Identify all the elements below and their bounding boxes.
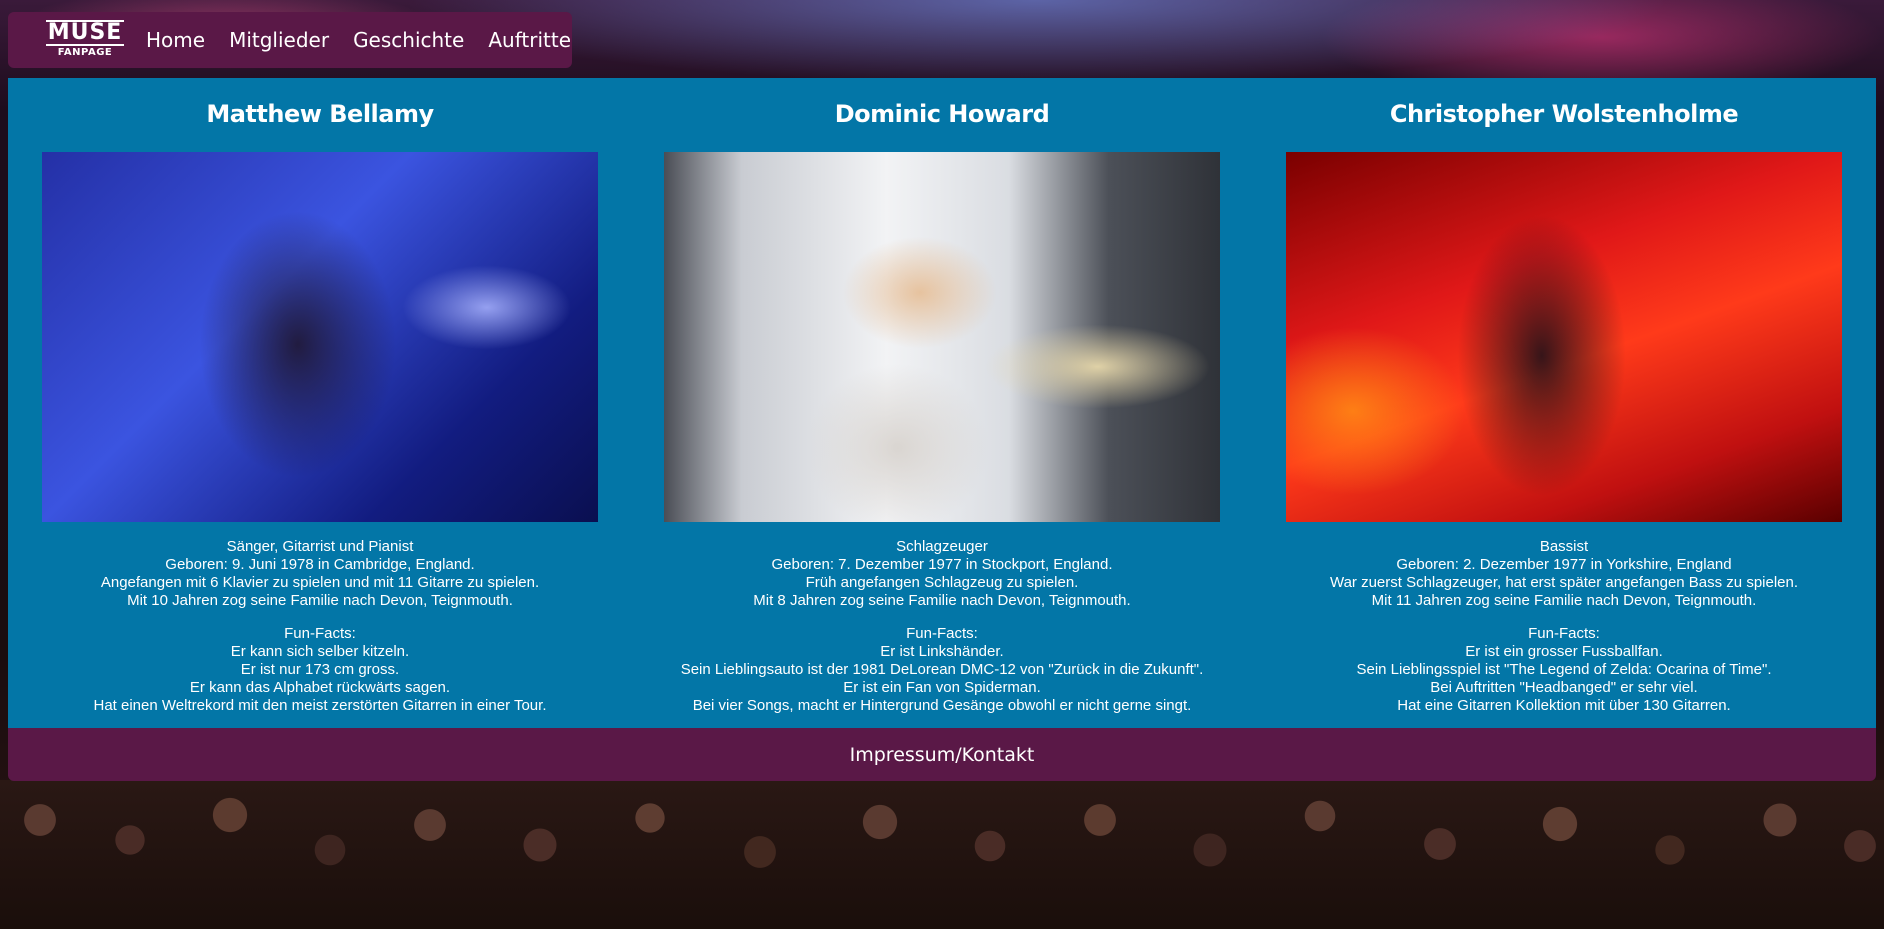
member-bio: Schlagzeuger Geboren: 7. Dezember 1977 i… (681, 538, 1204, 715)
member-name: Matthew Bellamy (206, 100, 434, 128)
nav-link-home[interactable]: Home (146, 28, 205, 52)
funfact: Sein Lieblingsauto ist der 1981 DeLorean… (680, 661, 1204, 678)
member-role: Bassist (1539, 538, 1589, 555)
member-name: Dominic Howard (834, 100, 1050, 128)
member-photo (42, 152, 598, 522)
member-fact: Mit 10 Jahren zog seine Familie nach Dev… (127, 592, 513, 609)
member-fact: Früh angefangen Schlagzeug zu spielen. (805, 574, 1079, 591)
footer: Impressum/Kontakt (8, 728, 1876, 781)
funfact: Hat einen Weltrekord mit den meist zerst… (93, 697, 547, 714)
funfact: Sein Lieblingsspiel ist "The Legend of Z… (1356, 661, 1772, 678)
members-section: Matthew Bellamy Sänger, Gitarrist und Pi… (8, 78, 1876, 728)
member-card-howard: Dominic Howard Schlagzeuger Geboren: 7. … (664, 78, 1220, 728)
member-role: Schlagzeuger (896, 538, 988, 555)
nav-link-geschichte[interactable]: Geschichte (353, 28, 464, 52)
member-fact: Mit 8 Jahren zog seine Familie nach Devo… (753, 592, 1131, 609)
funfact: Er ist nur 173 cm gross. (240, 661, 400, 678)
funfacts-title: Fun-Facts: (906, 625, 978, 642)
nav-link-mitglieder[interactable]: Mitglieder (229, 28, 329, 52)
logo-sub-text: FANPAGE (57, 47, 113, 58)
funfact: Er kann das Alphabet rückwärts sagen. (189, 679, 451, 696)
member-bio: Sänger, Gitarrist und Pianist Geboren: 9… (94, 538, 547, 715)
member-birth: Geboren: 7. Dezember 1977 in Stockport, … (771, 556, 1113, 573)
member-fact: War zuerst Schlagzeuger, hat erst später… (1329, 574, 1799, 591)
member-role: Sänger, Gitarrist und Pianist (226, 538, 414, 555)
member-name: Christopher Wolstenholme (1389, 100, 1739, 128)
funfact: Er ist Linkshänder. (880, 643, 1004, 660)
funfact: Er ist ein grosser Fussballfan. (1465, 643, 1663, 660)
member-card-wolstenholme: Christopher Wolstenholme Bassist Geboren… (1286, 78, 1842, 728)
member-bio: Bassist Geboren: 2. Dezember 1977 in Yor… (1330, 538, 1798, 715)
member-fact: Angefangen mit 6 Klavier zu spielen und … (100, 574, 540, 591)
impressum-link[interactable]: Impressum/Kontakt (850, 744, 1035, 766)
member-fact: Mit 11 Jahren zog seine Familie nach Dev… (1371, 592, 1757, 609)
muse-logo[interactable]: MUSE FANPAGE (45, 14, 125, 66)
nav-links: Home Mitglieder Geschichte Auftritte (146, 28, 595, 52)
background-crowd (0, 780, 1884, 929)
member-card-bellamy: Matthew Bellamy Sänger, Gitarrist und Pi… (42, 78, 598, 728)
logo-main-text: MUSE (45, 20, 125, 46)
member-photo (1286, 152, 1842, 522)
funfact: Bei Auftritten "Headbanged" er sehr viel… (1430, 679, 1698, 696)
main-navbar: MUSE FANPAGE Home Mitglieder Geschichte … (8, 12, 572, 68)
member-birth: Geboren: 9. Juni 1978 in Cambridge, Engl… (165, 556, 475, 573)
funfact: Bei vier Songs, macht er Hintergrund Ges… (692, 697, 1192, 714)
funfact: Er kann sich selber kitzeln. (230, 643, 410, 660)
nav-link-auftritte[interactable]: Auftritte (488, 28, 571, 52)
funfacts-title: Fun-Facts: (284, 625, 356, 642)
member-photo (664, 152, 1220, 522)
funfact: Hat eine Gitarren Kollektion mit über 13… (1397, 697, 1731, 714)
funfact: Er ist ein Fan von Spiderman. (843, 679, 1041, 696)
member-birth: Geboren: 2. Dezember 1977 in Yorkshire, … (1396, 556, 1732, 573)
funfacts-title: Fun-Facts: (1528, 625, 1600, 642)
